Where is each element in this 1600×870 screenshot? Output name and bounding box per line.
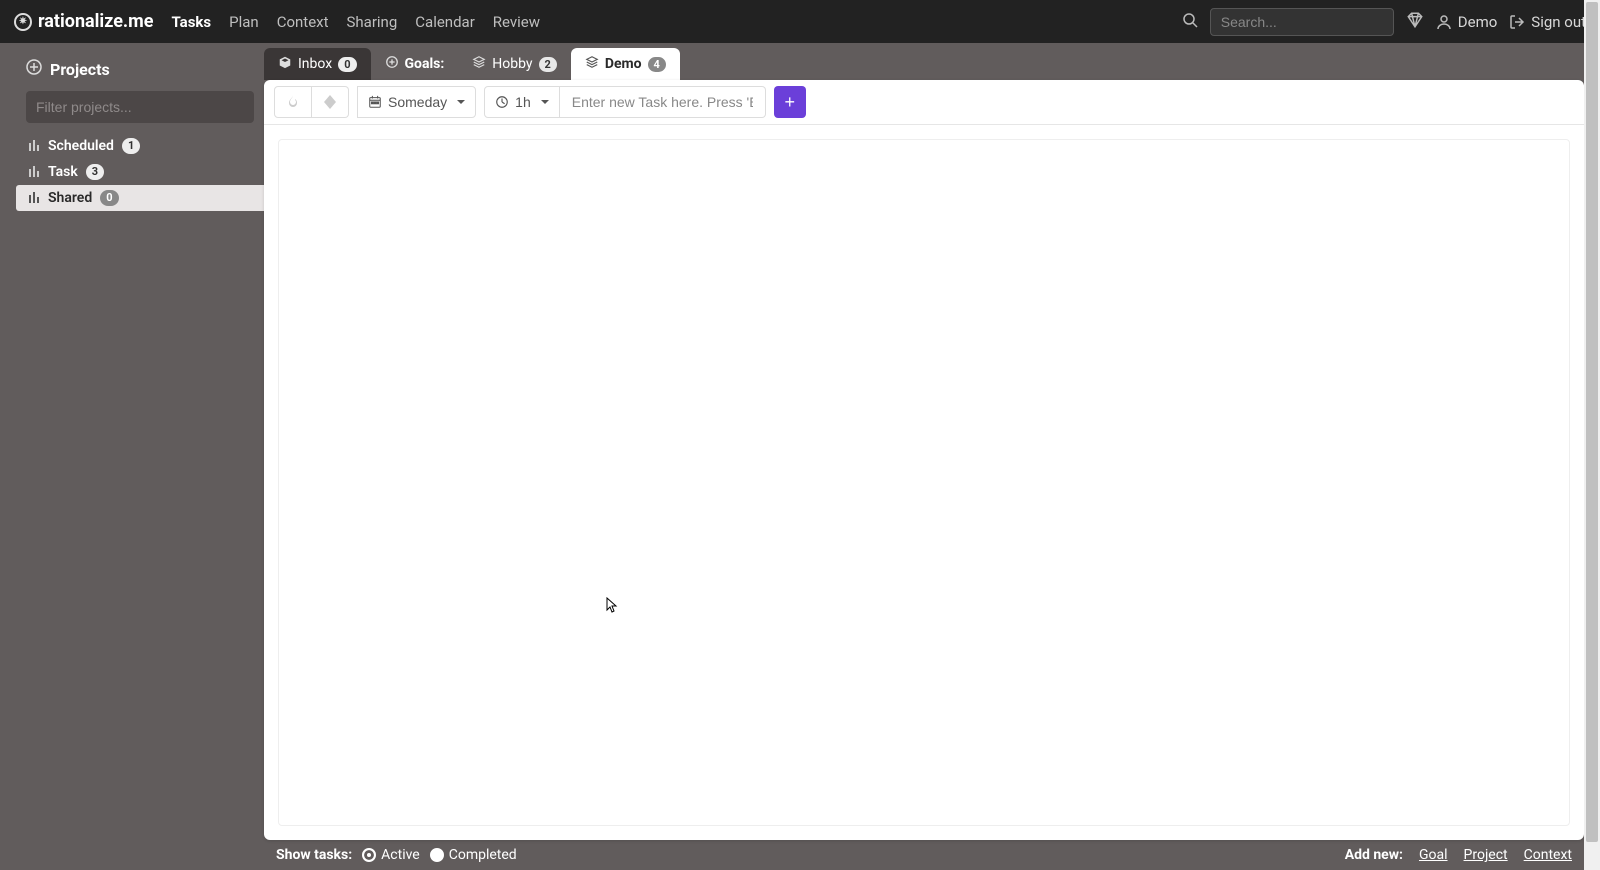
- add-new-label: Add new:: [1345, 847, 1403, 863]
- tab-label: Inbox: [298, 56, 332, 72]
- search-icon[interactable]: [1182, 12, 1198, 32]
- filter-projects-input[interactable]: [26, 91, 254, 123]
- signout-icon: [1509, 14, 1525, 30]
- fire-icon: [285, 94, 301, 110]
- tab-hobby[interactable]: Hobby 2: [458, 48, 571, 80]
- priority-fire-button[interactable]: [274, 86, 312, 118]
- add-goal-link[interactable]: Goal: [1419, 847, 1448, 863]
- tab-label: Demo: [605, 56, 642, 72]
- brand[interactable]: ✷ rationalize.me: [14, 11, 153, 32]
- bars-icon: [28, 191, 40, 206]
- tab-badge: 2: [539, 57, 557, 72]
- sidebar-item-badge: 0: [100, 190, 118, 206]
- diamond-icon[interactable]: [1406, 11, 1424, 33]
- radio-completed-label: Completed: [449, 847, 517, 863]
- sidebar-header: Projects: [16, 51, 264, 91]
- toolbar: Someday 1h +: [264, 80, 1584, 125]
- main-panel: Someday 1h +: [264, 80, 1584, 840]
- nav-links: Tasks Plan Context Sharing Calendar Revi…: [171, 13, 540, 31]
- radio-completed[interactable]: Completed: [430, 847, 517, 863]
- schedule-dropdown[interactable]: Someday: [357, 86, 476, 118]
- tab-inbox[interactable]: Inbox 0: [264, 48, 371, 80]
- tab-goals[interactable]: Goals:: [371, 48, 459, 80]
- bars-icon: [28, 139, 40, 154]
- bottombar: Show tasks: Active Completed Add new: Go…: [264, 840, 1584, 870]
- diamond-icon: [322, 94, 338, 110]
- tabs-strip: Inbox 0 Goals: Hobby 2 Demo 4: [264, 48, 1584, 80]
- radio-dot-icon: [362, 848, 376, 862]
- signout-link[interactable]: Sign out: [1509, 13, 1586, 31]
- sidebar-item-label: Shared: [48, 190, 92, 206]
- tab-badge: 0: [338, 57, 356, 72]
- nav-context[interactable]: Context: [277, 13, 329, 31]
- bars-icon: [28, 165, 40, 180]
- nav-plan[interactable]: Plan: [229, 13, 259, 31]
- layers-icon: [585, 55, 599, 73]
- tab-demo[interactable]: Demo 4: [571, 48, 680, 80]
- duration-dropdown[interactable]: 1h: [484, 86, 560, 118]
- add-context-link[interactable]: Context: [1524, 847, 1572, 863]
- box-icon: [278, 55, 292, 73]
- brand-name: rationalize.me: [38, 11, 153, 32]
- new-task-input[interactable]: [560, 86, 766, 118]
- sidebar-item-task[interactable]: Task 3: [16, 159, 264, 185]
- sidebar: Projects Scheduled 1 Task 3 Shared 0: [16, 43, 264, 870]
- add-project-link[interactable]: Project: [1464, 847, 1508, 863]
- show-tasks-label: Show tasks:: [276, 847, 352, 863]
- vertical-scrollbar[interactable]: [1584, 0, 1600, 870]
- radio-dot-icon: [430, 848, 444, 862]
- sidebar-item-badge: 3: [86, 164, 104, 180]
- topbar-right: Demo Sign out: [1182, 8, 1586, 36]
- sidebar-title: Projects: [50, 60, 110, 79]
- tab-label: Goals:: [405, 56, 445, 72]
- radio-active-label: Active: [381, 847, 420, 863]
- search-input[interactable]: [1210, 8, 1394, 36]
- sidebar-item-badge: 1: [122, 138, 140, 154]
- nav-sharing[interactable]: Sharing: [347, 13, 398, 31]
- sidebar-item-scheduled[interactable]: Scheduled 1: [16, 133, 264, 159]
- add-task-button[interactable]: +: [774, 86, 806, 118]
- brand-icon: ✷: [14, 13, 32, 31]
- scrollbar-thumb[interactable]: [1586, 2, 1598, 842]
- calendar-icon: [368, 95, 382, 109]
- user-link[interactable]: Demo: [1436, 13, 1498, 31]
- tab-badge: 4: [648, 57, 666, 72]
- schedule-label: Someday: [388, 94, 447, 110]
- add-icon: [385, 55, 399, 73]
- sidebar-item-label: Task: [48, 164, 78, 180]
- radio-active[interactable]: Active: [362, 847, 420, 863]
- layers-icon: [472, 55, 486, 73]
- clock-icon: [495, 95, 509, 109]
- duration-label: 1h: [515, 94, 531, 110]
- sidebar-item-label: Scheduled: [48, 138, 114, 154]
- topbar: ✷ rationalize.me Tasks Plan Context Shar…: [0, 0, 1600, 43]
- nav-review[interactable]: Review: [493, 13, 540, 31]
- user-icon: [1436, 14, 1452, 30]
- user-name: Demo: [1458, 13, 1498, 31]
- sidebar-item-shared[interactable]: Shared 0: [16, 185, 266, 211]
- priority-diamond-button[interactable]: [312, 86, 349, 118]
- nav-tasks[interactable]: Tasks: [171, 13, 211, 31]
- task-list-empty: [278, 139, 1570, 826]
- signout-label: Sign out: [1531, 13, 1586, 31]
- add-project-icon[interactable]: [26, 59, 42, 79]
- nav-calendar[interactable]: Calendar: [415, 13, 475, 31]
- tab-label: Hobby: [492, 56, 532, 72]
